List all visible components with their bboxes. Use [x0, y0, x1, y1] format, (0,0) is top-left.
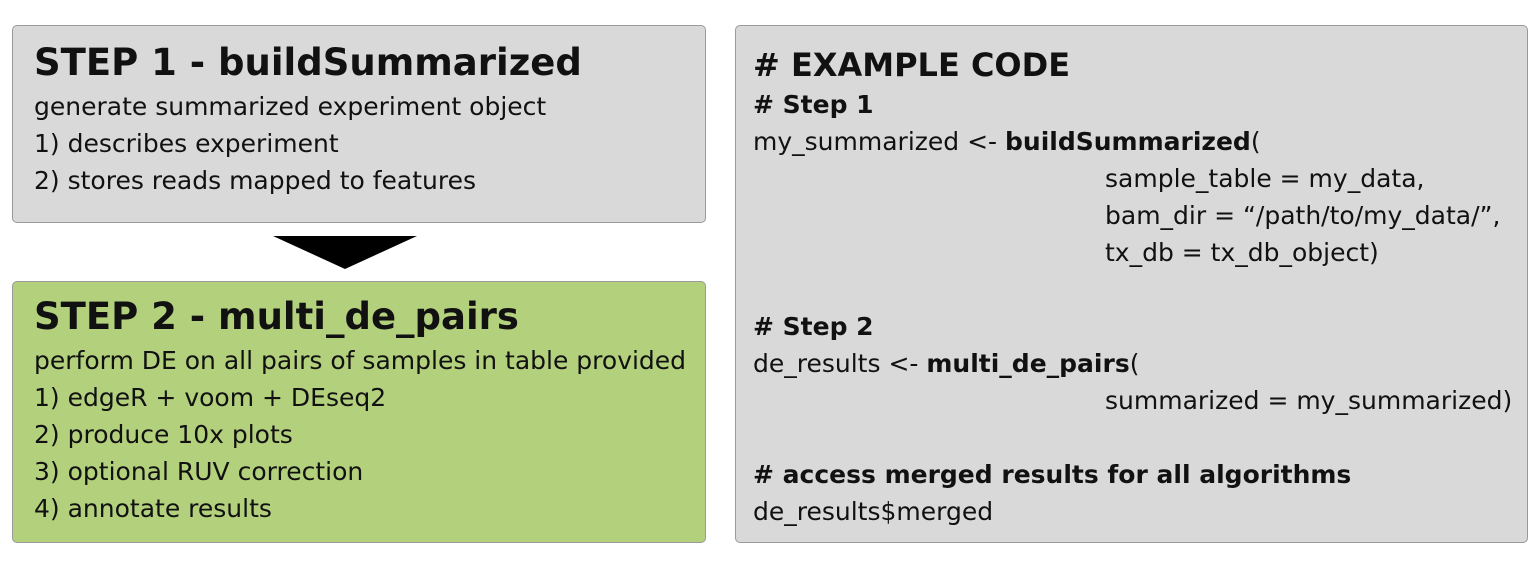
code-step2-paren: ( [1129, 349, 1140, 378]
code-spacer [753, 271, 1527, 308]
step1-item: 1) describes experiment [34, 129, 339, 158]
code-step2-comment: # Step 2 [753, 312, 874, 341]
step1-item: 2) stores reads mapped to features [34, 166, 477, 195]
code-step2-function: multi_de_pairs [926, 349, 1130, 378]
step2-box: STEP 2 - multi_de_pairs perform DE on al… [12, 281, 706, 543]
code-access-comment: # access merged results for all algorith… [753, 460, 1352, 489]
code-access-line: de_results$merged [753, 497, 994, 526]
step2-title: STEP 2 - multi_de_pairs [34, 295, 519, 338]
example-code-box: # EXAMPLE CODE # Step 1 my_summarized <-… [735, 25, 1528, 543]
code-step1-arg: tx_db = tx_db_object) [1105, 238, 1379, 267]
code-step2-call: de_results <- multi_de_pairs( [753, 345, 1527, 382]
code-step1-arg: bam_dir = “/path/to/my_data/”, [1105, 201, 1501, 230]
code-step1-comment: # Step 1 [753, 90, 874, 119]
step2-item: 1) edgeR + voom + DEseq2 [34, 383, 387, 412]
step2-item: 2) produce 10x plots [34, 420, 293, 449]
code-step1-function: buildSummarized [1005, 127, 1251, 156]
down-arrow-icon [273, 236, 417, 269]
code-step1-call: my_summarized <- buildSummarized( [753, 123, 1527, 160]
code-step2-assign: de_results <- [753, 349, 927, 378]
step1-description: generate summarized experiment object [34, 92, 547, 121]
code-step1-arg: sample_table = my_data, [1105, 164, 1425, 193]
code-step1-paren: ( [1250, 127, 1261, 156]
step2-item: 4) annotate results [34, 494, 272, 523]
step2-description: perform DE on all pairs of samples in ta… [34, 346, 687, 375]
step1-title: STEP 1 - buildSummarized [34, 41, 582, 84]
step1-box: STEP 1 - buildSummarized generate summar… [12, 25, 706, 223]
code-step1-assign: my_summarized <- [753, 127, 1006, 156]
code-step2-arg: summarized = my_summarized) [1105, 386, 1513, 415]
code-spacer [753, 419, 1527, 456]
code-title: # EXAMPLE CODE [753, 46, 1071, 84]
step2-item: 3) optional RUV correction [34, 457, 364, 486]
